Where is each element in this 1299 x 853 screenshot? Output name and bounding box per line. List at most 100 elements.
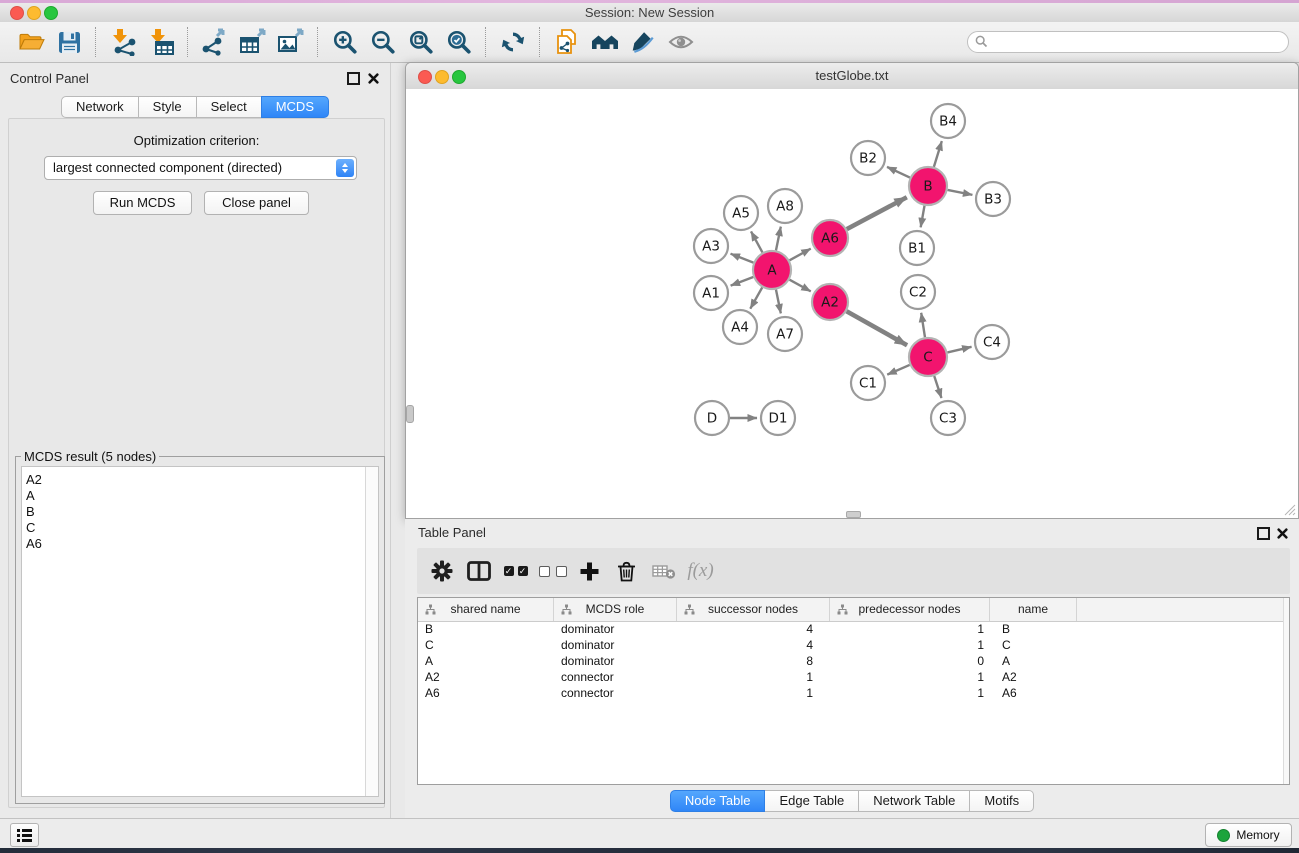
graph-edge[interactable] [751,231,762,252]
graph-edge[interactable] [934,141,942,167]
table-cell[interactable]: dominator [554,638,677,654]
table-row[interactable]: Cdominator41C [418,638,1289,654]
nested-networks-home-button[interactable] [586,25,624,59]
import-network-button[interactable] [104,25,142,59]
export-table-button[interactable] [234,25,272,59]
table-cell[interactable]: 1 [830,622,990,638]
graph-edge[interactable] [847,311,908,345]
mcds-result-item[interactable]: B [22,504,365,520]
table-row[interactable]: Adominator80A [418,654,1289,670]
table-cell[interactable]: 4 [677,622,830,638]
tab-select[interactable]: Select [196,96,262,118]
close-panel-icon-button[interactable] [368,71,379,89]
tab-mcds[interactable]: MCDS [261,96,329,118]
table-cell[interactable]: A [418,654,554,670]
column-header-name[interactable]: name [990,598,1077,621]
network-canvas[interactable]: B4B2BB3B1A5A8A3A6AA1A4A7A2C2CC4C1C3DD1 [406,89,1298,518]
refresh-button[interactable] [494,25,532,59]
criterion-select[interactable]: largest connected component (directed) [44,156,357,180]
graph-edge[interactable] [776,227,781,251]
table-cell[interactable]: 1 [830,670,990,686]
table-cell[interactable]: 0 [830,654,990,670]
show-column-panel-button[interactable] [460,551,497,591]
mcds-result-item[interactable]: A [22,488,365,504]
new-network-from-selection-button[interactable] [548,25,586,59]
graph-edge[interactable] [790,280,811,292]
table-cell[interactable]: C [418,638,554,654]
tab-edge-table[interactable]: Edge Table [764,790,859,812]
run-mcds-button[interactable]: Run MCDS [93,191,192,215]
close-panel-button[interactable]: Close panel [204,191,309,215]
tab-motifs[interactable]: Motifs [969,790,1034,812]
float-table-panel-button[interactable] [1257,527,1270,540]
save-session-button[interactable] [50,25,88,59]
delete-column-button[interactable] [608,551,645,591]
function-builder-button[interactable]: f(x) [682,551,719,591]
mcds-result-item[interactable]: C [22,520,365,536]
show-hide-button[interactable] [662,25,700,59]
graph-edge[interactable] [776,290,781,314]
table-cell[interactable]: dominator [554,654,677,670]
graph-edge[interactable] [948,190,973,195]
export-network-button[interactable] [196,25,234,59]
float-panel-button[interactable] [347,72,360,85]
table-cell[interactable]: dominator [554,622,677,638]
table-row[interactable]: A2connector11A2 [418,670,1289,686]
deselect-all-button[interactable] [534,551,571,591]
tab-network-table[interactable]: Network Table [858,790,970,812]
close-table-panel-button[interactable] [1277,526,1288,544]
table-cell[interactable]: A2 [990,670,1077,686]
network-vertical-scrollbar-thumb[interactable] [406,405,414,423]
table-cell[interactable]: C [990,638,1077,654]
table-cell[interactable]: A2 [418,670,554,686]
graph-edge[interactable] [847,197,907,229]
table-cell[interactable]: 1 [677,686,830,702]
column-header-shared-name[interactable]: shared name [418,598,554,621]
tab-style[interactable]: Style [138,96,197,118]
graph-edge[interactable] [790,249,811,261]
show-panels-button[interactable] [10,823,39,847]
add-column-button[interactable] [571,551,608,591]
graph-edge[interactable] [887,365,909,375]
table-cell[interactable]: 4 [677,638,830,654]
graph-edge[interactable] [921,206,925,228]
zoom-selected-button[interactable] [440,25,478,59]
table-cell[interactable]: B [418,622,554,638]
column-header-successor-nodes[interactable]: successor nodes [677,598,830,621]
table-cell[interactable]: 1 [830,638,990,654]
graph-edge[interactable] [731,254,754,263]
graph-edge[interactable] [921,313,925,337]
table-cell[interactable]: A [990,654,1077,670]
memory-button[interactable]: Memory [1205,823,1292,847]
export-image-button[interactable] [272,25,310,59]
search-input[interactable] [967,31,1289,53]
table-row[interactable]: A6connector11A6 [418,686,1289,702]
graph-edge[interactable] [731,277,754,286]
graph-edge[interactable] [947,347,971,353]
network-horizontal-scrollbar-thumb[interactable] [846,511,861,518]
mcds-result-list[interactable]: A2ABCA6 [21,466,379,797]
table-options-button[interactable] [423,551,460,591]
resize-grip-icon[interactable] [1284,504,1296,516]
open-session-button[interactable] [12,25,50,59]
apply-style-button[interactable] [624,25,662,59]
table-cell[interactable]: 1 [677,670,830,686]
select-all-button[interactable]: ✓✓ [497,551,534,591]
zoom-fit-button[interactable] [402,25,440,59]
table-cell[interactable]: 8 [677,654,830,670]
table-cell[interactable]: connector [554,670,677,686]
zoom-in-button[interactable] [326,25,364,59]
graph-edge[interactable] [887,167,910,178]
mcds-scrollbar-track[interactable] [365,467,378,796]
tab-network[interactable]: Network [61,96,139,118]
tab-node-table[interactable]: Node Table [670,790,766,812]
table-row[interactable]: Bdominator41B [418,622,1289,638]
table-cell[interactable]: connector [554,686,677,702]
graph-edge[interactable] [934,376,941,398]
import-table-button[interactable] [142,25,180,59]
table-scrollbar-track[interactable] [1283,598,1289,784]
mcds-result-item[interactable]: A2 [22,472,365,488]
column-header-mcds-role[interactable]: MCDS role [554,598,677,621]
column-header-predecessor-nodes[interactable]: predecessor nodes [830,598,990,621]
table-cell[interactable]: A6 [418,686,554,702]
